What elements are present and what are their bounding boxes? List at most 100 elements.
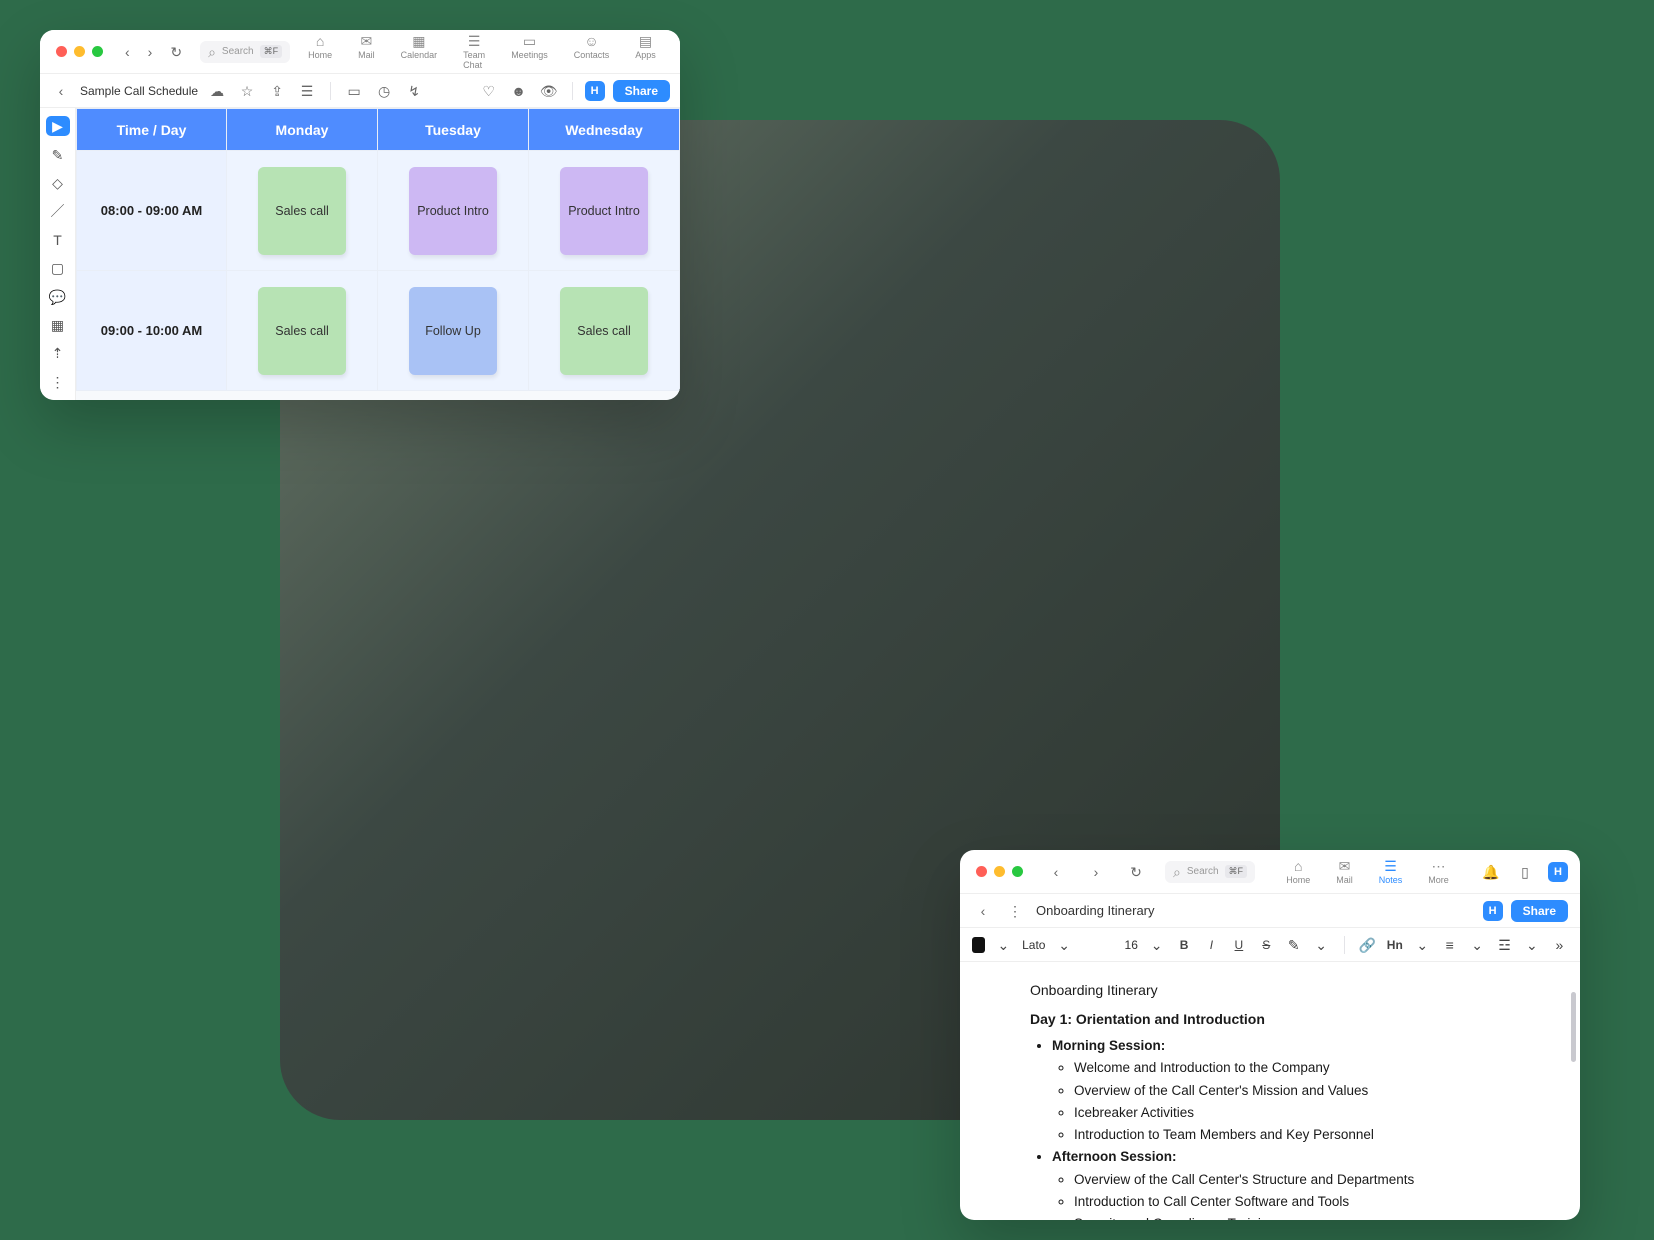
heading-button[interactable]: Hn [1386,934,1403,956]
nav-item-home[interactable]: ⌂Home [1286,859,1310,885]
tool-shapes[interactable]: ◇ [46,173,70,193]
schedule-cell[interactable]: Sales call [529,271,680,391]
schedule-card[interactable]: Product Intro [560,167,648,255]
whiteboard-toolbar: ‹ Sample Call Schedule ☁ ☆ ⇪ ☰ ▭ ◷ ↯ ♡ ☻… [40,74,680,108]
font-select[interactable]: Lato [1022,938,1045,952]
whiteboard-canvas[interactable]: Time / DayMondayTuesdayWednesday 08:00 -… [76,108,680,400]
user-avatar[interactable]: H [585,81,605,101]
nav-item-meetings[interactable]: ▭Meetings [511,34,548,70]
nav-item-mail[interactable]: ✉Mail [1336,859,1353,885]
schedule-cell[interactable]: Follow Up [378,271,529,391]
export-icon[interactable]: ⇪ [266,80,288,102]
nav-item-home[interactable]: ⌂Home [308,34,332,70]
list-icon[interactable]: ☰ [296,80,318,102]
schedule-card[interactable]: Sales call [560,287,648,375]
contacts-icon: ☺ [584,34,598,48]
timer-icon[interactable]: ◷ [373,80,395,102]
nav-fwd-icon[interactable]: › [1085,861,1107,883]
tool-more[interactable]: ⋮ [46,372,70,392]
list-item: Morning Session:Welcome and Introduction… [1052,1036,1510,1145]
color-swatch[interactable] [972,937,985,953]
schedule-card[interactable]: Sales call [258,287,346,375]
share-button[interactable]: Share [613,80,670,102]
window-controls[interactable] [52,46,107,57]
schedule-cell[interactable]: Sales call [227,271,378,391]
tool-comment[interactable]: 💬 [46,286,70,306]
highlight-button[interactable]: ✎ [1285,934,1302,956]
nav-item-contacts[interactable]: ☺Contacts [574,34,610,70]
tool-text[interactable]: T [46,230,70,250]
search-input[interactable]: ⌕ Search ⌘F [200,41,290,63]
user-avatar[interactable]: H [1548,862,1568,882]
notes-icon: ☰ [1384,859,1397,873]
col-header: Monday [227,109,378,151]
nav-item-team-chat[interactable]: ☰Team Chat [463,34,485,70]
nav-fwd-icon[interactable]: › [148,41,153,63]
overflow-icon[interactable]: » [1551,934,1568,956]
star-icon[interactable]: ☆ [236,80,258,102]
schedule-card[interactable]: Follow Up [409,287,497,375]
bell-icon[interactable]: 🔔 [1480,861,1502,883]
app-main-nav: ‹ › ↻ ⌕ Search ⌘F ⌂Home ✉Mail ▦Calendar ☰Te… [40,30,680,74]
nav-back-icon[interactable]: ‹ [125,41,130,63]
search-placeholder: Search [222,46,254,57]
doc-title[interactable]: Sample Call Schedule [80,84,198,98]
schedule-cell[interactable]: Product Intro [378,151,529,271]
strike-button[interactable]: S [1258,934,1275,956]
reactions-icon[interactable]: ☻ [508,80,530,102]
nav-item-calendar[interactable]: ▦Calendar [401,34,438,70]
window-controls[interactable] [972,866,1027,877]
link-button[interactable]: 🔗 [1359,934,1376,956]
tool-upload[interactable]: ⇡ [46,343,70,363]
schedule-cell[interactable]: Sales call [227,151,378,271]
back-icon[interactable]: ‹ [50,80,72,102]
tool-frame[interactable]: ▦ [46,315,70,335]
align-button[interactable]: ≡ [1441,934,1458,956]
nav-item-apps[interactable]: ▤Apps [635,34,656,70]
search-input[interactable]: ⌕ Search ⌘F [1165,861,1255,883]
doc-title[interactable]: Onboarding Itinerary [1036,903,1155,918]
tool-sticky[interactable]: ▢ [46,258,70,278]
chevron-down-icon[interactable]: ⌄ [1312,934,1329,956]
chevron-down-icon[interactable]: ⌄ [1523,934,1540,956]
size-select[interactable]: 16 [1125,938,1138,952]
view-icon[interactable]: 👁 [538,80,560,102]
more-icon[interactable]: ⋮ [1004,900,1026,922]
comment-icon[interactable]: ♡ [478,80,500,102]
schedule-cell[interactable]: Product Intro [529,151,680,271]
chevron-down-icon[interactable]: ⌄ [1055,934,1072,956]
nav-item-mail[interactable]: ✉Mail [358,34,375,70]
panel-icon[interactable]: ▯ [1514,861,1536,883]
chevron-down-icon[interactable]: ⌄ [1414,934,1431,956]
history-icon[interactable]: ↻ [1125,861,1147,883]
laser-icon[interactable]: ↯ [403,80,425,102]
search-icon: ⌕ [1173,865,1181,879]
scrollbar[interactable] [1571,992,1576,1062]
chevron-down-icon[interactable]: ⌄ [1148,934,1165,956]
notes-editor[interactable]: Onboarding Itinerary Day 1: Orientation … [960,962,1580,1220]
tool-connector[interactable]: ／ [46,201,70,221]
list-button[interactable]: ☲ [1496,934,1513,956]
underline-button[interactable]: U [1230,934,1247,956]
share-button[interactable]: Share [1511,900,1568,922]
nav-item-more[interactable]: ⋯More [1428,859,1449,885]
nav-item-notes[interactable]: ☰Notes [1379,859,1403,885]
col-header: Time / Day [77,109,227,151]
history-icon[interactable]: ↻ [170,41,182,63]
bold-button[interactable]: B [1175,934,1192,956]
notes-titlebar: ‹ ⋮ Onboarding Itinerary H Share [960,894,1580,928]
schedule-card[interactable]: Product Intro [409,167,497,255]
tool-pointer[interactable]: ▶ [46,116,70,136]
schedule-card[interactable]: Sales call [258,167,346,255]
present-icon[interactable]: ▭ [343,80,365,102]
search-icon: ⌕ [208,45,216,59]
nav-back-icon[interactable]: ‹ [1045,861,1067,883]
table-row: 09:00 - 10:00 AMSales callFollow UpSales… [77,271,680,391]
chevron-down-icon[interactable]: ⌄ [995,934,1012,956]
chevron-down-icon[interactable]: ⌄ [1468,934,1485,956]
italic-button[interactable]: I [1203,934,1220,956]
back-icon[interactable]: ‹ [972,900,994,922]
tool-pen[interactable]: ✎ [46,144,70,164]
user-avatar[interactable]: H [1483,901,1503,921]
search-placeholder: Search [1187,866,1219,877]
